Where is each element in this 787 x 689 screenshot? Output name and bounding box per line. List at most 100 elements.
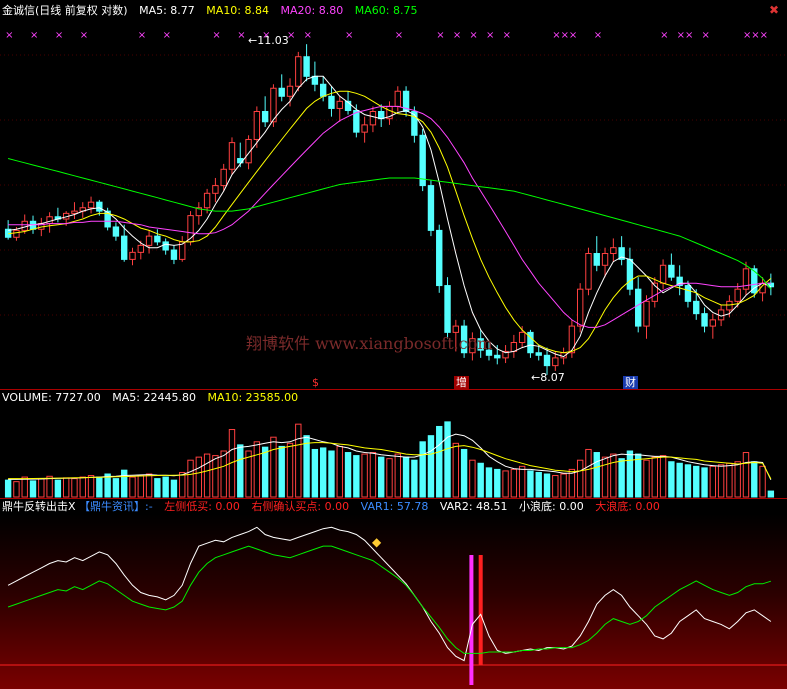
volume-bar	[386, 458, 393, 498]
volume-bar	[319, 447, 327, 498]
volume-bar	[701, 467, 708, 498]
watermark: 翔博软件 www.xiangbosoft.com	[246, 334, 493, 353]
candle-down	[684, 285, 692, 302]
ma-line-ma20	[8, 105, 771, 328]
volume-bar	[96, 476, 103, 498]
volume-bar	[87, 475, 95, 498]
signal-x-mark: ×	[552, 30, 560, 41]
volume-bar	[477, 462, 484, 498]
volume-bar	[709, 465, 717, 498]
volume-bar	[726, 462, 733, 498]
marker-cai[interactable]: 财	[623, 376, 638, 389]
volume-bar	[626, 450, 634, 498]
volume-bar	[145, 473, 153, 498]
candle-down	[535, 352, 542, 356]
candle-up	[336, 100, 343, 109]
volume-bar	[635, 453, 642, 498]
candle-up	[610, 247, 617, 255]
candle-down	[668, 264, 675, 278]
signal-x-mark: ×	[30, 30, 38, 41]
candle-down	[328, 95, 335, 109]
volume-bar	[79, 476, 86, 498]
volume-bar	[286, 442, 294, 498]
volume-bar	[162, 476, 169, 498]
candle-down	[121, 235, 128, 260]
candle-up	[568, 325, 576, 354]
candle-up	[228, 142, 236, 170]
volume-bar	[485, 467, 493, 498]
signal-x-mark: ×	[702, 30, 710, 41]
signal-x-mark: ×	[304, 30, 312, 41]
signal-x-mark: ×	[760, 30, 768, 41]
candle-up	[212, 185, 219, 194]
candle-up	[129, 251, 136, 260]
volume-bar	[212, 455, 219, 498]
volume-bar	[29, 480, 37, 498]
candle-up	[734, 288, 741, 302]
diamond-icon: ◆	[372, 535, 382, 549]
candle-up	[220, 168, 227, 187]
candle-up	[585, 253, 592, 290]
candle-up	[709, 319, 717, 327]
volume-bar	[62, 477, 70, 498]
volume-bar	[261, 446, 269, 498]
volume-bar	[668, 461, 675, 498]
candle-up	[253, 111, 261, 140]
volume-bar	[618, 458, 625, 498]
signal-x-mark: ×	[395, 30, 403, 41]
volume-bar	[734, 461, 741, 498]
candle-up	[659, 264, 667, 284]
signal-x-mark: ×	[743, 30, 751, 41]
candle-down	[170, 249, 178, 260]
volume-bar	[452, 442, 460, 498]
volume-bar	[46, 475, 53, 498]
signal-x-mark: ×	[677, 30, 685, 41]
volume-bar	[4, 479, 12, 498]
signal-x-mark: ×	[453, 30, 461, 41]
volume-bar	[693, 465, 700, 498]
candle-up	[452, 325, 460, 333]
volume-bar	[394, 453, 401, 498]
volume-bar	[13, 481, 20, 498]
volume-bar	[717, 464, 725, 498]
volume-bar	[378, 456, 385, 498]
candle-up	[394, 90, 401, 107]
signal-bar-magenta	[469, 555, 474, 685]
volume-bar	[436, 425, 443, 498]
volume-bar	[759, 465, 766, 498]
signal-bar-red	[478, 555, 483, 665]
marker-dollar[interactable]: $	[310, 376, 321, 389]
candle-down	[626, 258, 634, 290]
volume-bar	[742, 452, 750, 498]
volume-bar	[411, 459, 418, 498]
volume-bar	[643, 459, 650, 498]
signal-x-mark: ×	[5, 30, 13, 41]
volume-bar	[502, 470, 509, 498]
low-arrow: ←	[531, 371, 541, 384]
candle-up	[726, 300, 733, 311]
candle-down	[319, 83, 327, 97]
volume-bar	[593, 452, 600, 498]
volume-bar	[460, 448, 468, 498]
volume-bar	[220, 450, 227, 498]
signal-x-mark: ×	[660, 30, 668, 41]
volume-bar	[71, 478, 78, 498]
volume-bar	[187, 459, 194, 498]
candle-up	[643, 300, 650, 327]
volume-bar	[494, 468, 501, 498]
candle-up	[46, 216, 53, 225]
volume-bar	[535, 471, 542, 498]
candle-down	[444, 285, 451, 333]
candle-up	[369, 111, 377, 126]
volume-bar	[195, 456, 203, 498]
signal-x-mark: ×	[751, 30, 759, 41]
volume-bar	[518, 465, 526, 498]
volume-bar	[270, 436, 277, 498]
candle-up	[286, 85, 294, 97]
candle-up	[87, 201, 95, 209]
volume-bar	[444, 421, 451, 498]
signal-x-mark: ×	[685, 30, 693, 41]
marker-zeng[interactable]: 增	[454, 376, 469, 389]
candle-up	[576, 288, 584, 327]
volume-bar	[510, 468, 518, 498]
